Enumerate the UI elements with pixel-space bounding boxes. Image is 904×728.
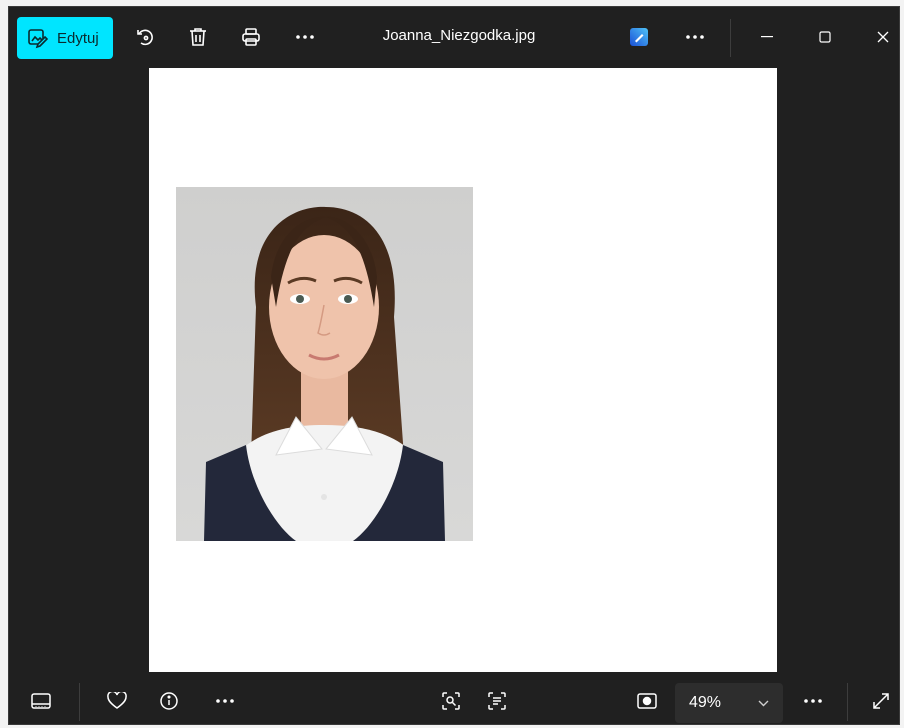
minimize-button[interactable] xyxy=(751,21,783,53)
portrait-photo xyxy=(176,187,473,541)
bottom-toolbar: 49% xyxy=(9,673,899,724)
filmstrip-icon xyxy=(31,692,51,710)
info-icon xyxy=(159,691,179,711)
fit-to-window-button[interactable] xyxy=(631,685,663,717)
zoom-value: 49% xyxy=(689,694,722,711)
filmstrip-button[interactable] xyxy=(25,685,57,717)
print-icon xyxy=(241,27,261,47)
more-options-button-4[interactable] xyxy=(797,685,829,717)
fit-to-window-icon xyxy=(637,693,657,709)
visual-search-button[interactable] xyxy=(435,685,467,717)
visual-search-icon xyxy=(441,691,461,711)
image-canvas xyxy=(149,68,777,672)
more-icon xyxy=(803,698,823,704)
top-toolbar: Edytuj Joanna_Niezgodka.jpg xyxy=(9,7,899,67)
close-icon xyxy=(877,31,889,43)
toolbar-divider xyxy=(730,19,731,57)
maximize-button[interactable] xyxy=(809,21,841,53)
designer-app-icon xyxy=(629,27,649,47)
close-button[interactable] xyxy=(867,21,899,53)
more-options-button-3[interactable] xyxy=(209,685,241,717)
trash-icon xyxy=(189,27,207,47)
delete-button[interactable] xyxy=(182,21,214,53)
designer-button[interactable] xyxy=(623,21,655,53)
rotate-icon xyxy=(135,27,155,47)
rotate-button[interactable] xyxy=(129,21,161,53)
minimize-icon xyxy=(761,36,773,38)
edit-button-label: Edytuj xyxy=(57,29,99,47)
text-scan-button[interactable] xyxy=(481,685,513,717)
window-title: Joanna_Niezgodka.jpg xyxy=(382,27,536,44)
more-icon xyxy=(215,698,235,704)
more-icon xyxy=(685,34,705,40)
print-button[interactable] xyxy=(235,21,267,53)
fullscreen-icon xyxy=(872,692,890,710)
more-options-button-2[interactable] xyxy=(679,21,711,53)
favorite-button[interactable] xyxy=(101,685,133,717)
edit-button[interactable]: Edytuj xyxy=(17,17,113,59)
statusbar-divider xyxy=(79,683,80,721)
chevron-down-icon xyxy=(758,700,769,707)
info-button[interactable] xyxy=(153,685,185,717)
heart-icon xyxy=(107,692,127,710)
edit-image-icon xyxy=(27,27,49,49)
statusbar-divider-2 xyxy=(847,683,848,721)
text-scan-icon xyxy=(487,691,507,711)
maximize-icon xyxy=(819,31,831,43)
photos-app-window: Edytuj Joanna_Niezgodka.jpg 49% xyxy=(8,6,900,725)
zoom-dropdown[interactable]: 49% xyxy=(675,683,783,723)
fullscreen-button[interactable] xyxy=(865,685,897,717)
